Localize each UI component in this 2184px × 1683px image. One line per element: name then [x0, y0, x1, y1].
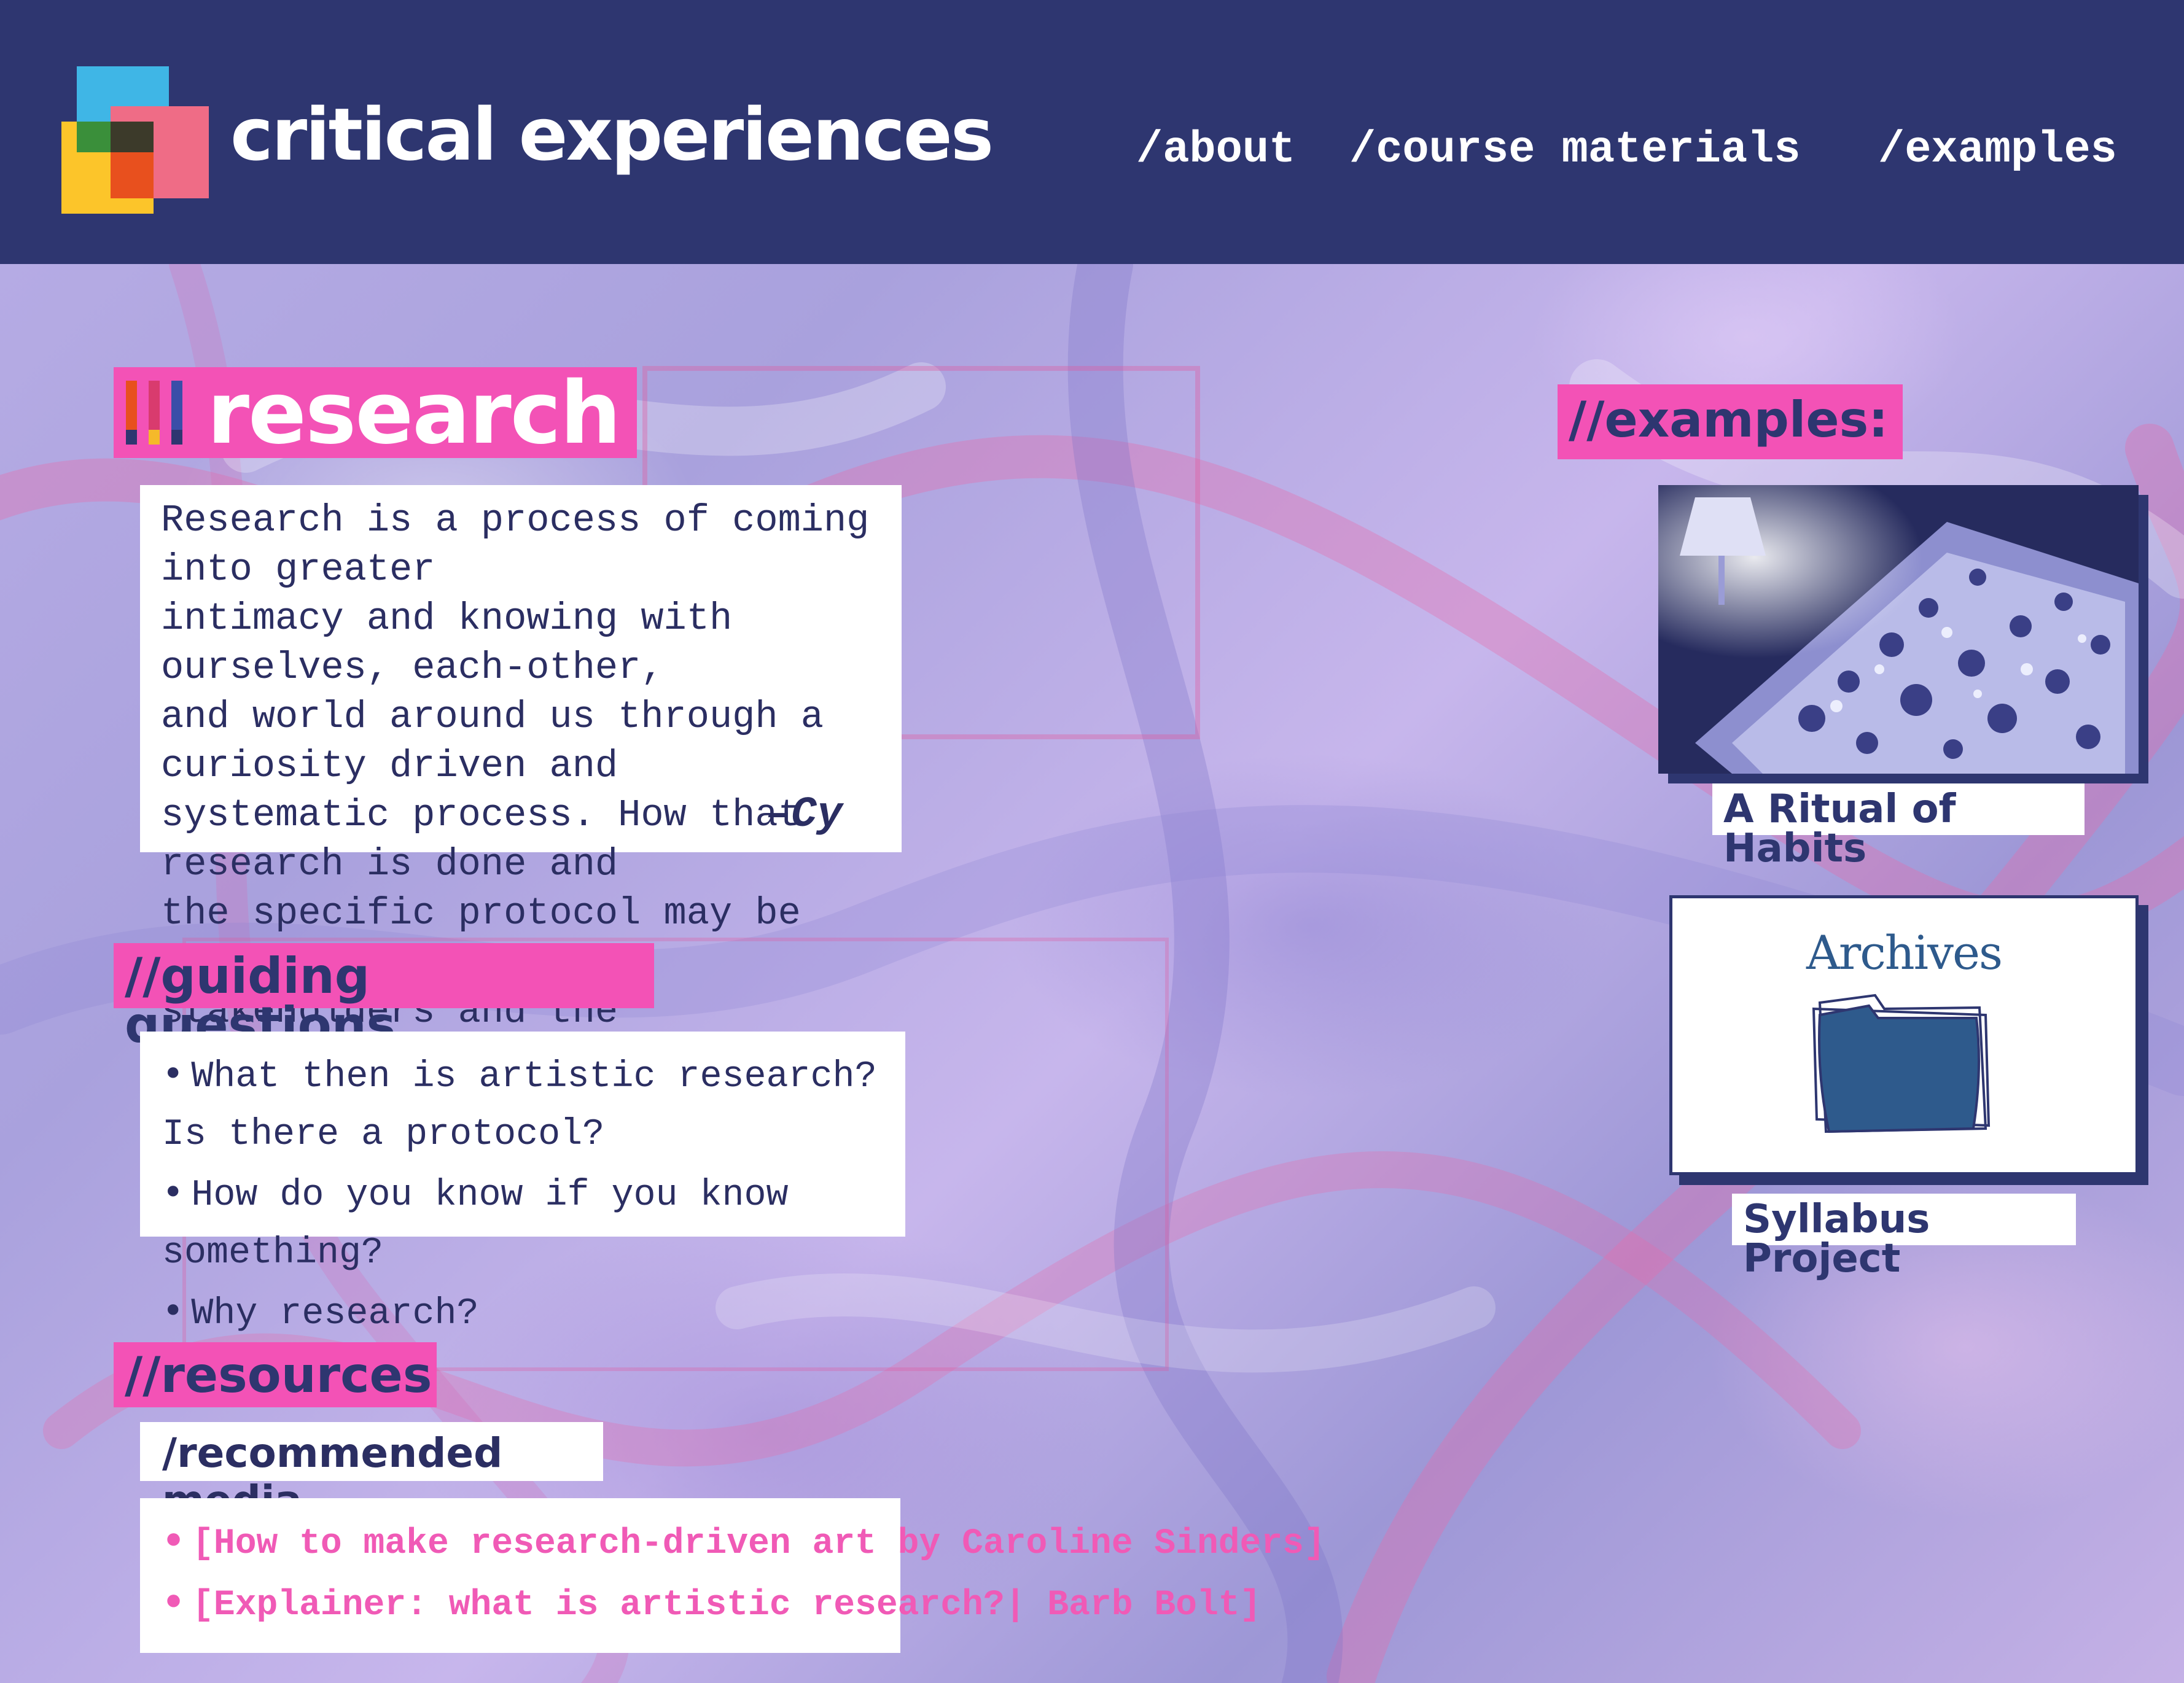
brand-name[interactable]: critical experiences: [230, 98, 994, 171]
example-caption-syllabus[interactable]: Syllabus Project: [1732, 1194, 2076, 1278]
examples-heading: //examples:: [1558, 384, 1903, 459]
recommended-media-heading: /recommended media: [140, 1422, 603, 1524]
page-title: research: [207, 363, 621, 464]
card-title: Archives: [1806, 925, 2003, 980]
quote-line: and world around us through a curiosity …: [161, 695, 824, 788]
site-header: critical experiences /about /course mate…: [0, 0, 2184, 264]
definition-quote: Research is a process of coming into gre…: [140, 485, 902, 1082]
page-title-tag: research: [114, 367, 637, 458]
quote-line: Research is a process of coming into gre…: [161, 499, 870, 591]
nav-about[interactable]: /about: [1136, 128, 1295, 172]
list-item: How do you know if you know something?: [162, 1164, 883, 1282]
list-item: What then is artistic research? Is there…: [162, 1045, 883, 1164]
example-caption-ritual[interactable]: A Ritual of Habits: [1712, 783, 2085, 868]
bars-icon: [126, 381, 182, 445]
example-card-archives[interactable]: Archives: [1669, 895, 2139, 1175]
resource-link[interactable]: [How to make research-driven art by Caro…: [162, 1512, 1325, 1573]
quote-signature: –Cy: [765, 791, 843, 839]
ritual-of-habits-image[interactable]: [1658, 485, 2139, 774]
site-logo-icon[interactable]: [61, 66, 209, 214]
nav-examples[interactable]: /examples: [1878, 128, 2117, 172]
example-photo-frame[interactable]: [1658, 485, 2139, 774]
guiding-questions-heading: //guiding questions: [114, 943, 654, 1050]
resource-links: [How to make research-driven art by Caro…: [140, 1498, 1325, 1653]
list-item: Why research?: [162, 1282, 883, 1343]
folder-icon: [1812, 993, 1991, 1133]
resources-heading: //resources: [114, 1342, 437, 1407]
resource-link[interactable]: [Explainer: what is artistic research?| …: [162, 1573, 1261, 1634]
guiding-questions-list: What then is artistic research? Is there…: [140, 1032, 905, 1335]
nav-course-materials[interactable]: /course materials: [1349, 128, 1801, 172]
quote-line: intimacy and knowing with ourselves, eac…: [161, 597, 733, 690]
